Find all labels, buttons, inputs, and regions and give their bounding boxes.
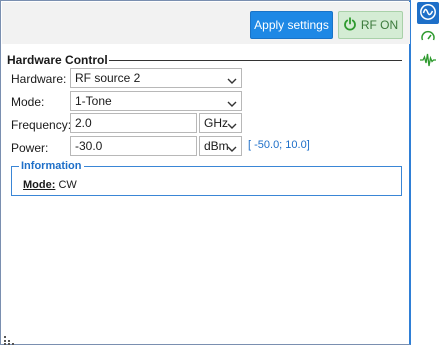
information-mode-key: Mode: xyxy=(23,179,56,191)
power-value: -30.0 xyxy=(75,139,103,153)
power-icon xyxy=(343,16,357,34)
frequency-unit: GHz xyxy=(204,116,228,130)
chevron-down-icon xyxy=(227,142,237,152)
information-mode-value: CW xyxy=(58,179,77,191)
rf-on-label: RF ON xyxy=(360,18,399,32)
gauge-icon xyxy=(420,29,436,48)
section-title: Hardware Control xyxy=(7,53,112,67)
frequency-label: Frequency: xyxy=(11,118,72,132)
mode-select[interactable]: 1-Tone xyxy=(70,91,242,111)
power-label: Power: xyxy=(11,141,49,155)
mode-label: Mode: xyxy=(11,95,45,109)
apply-settings-label: Apply settings xyxy=(254,18,329,32)
power-input[interactable]: -30.0 xyxy=(70,136,197,156)
waveform-circle-button[interactable] xyxy=(417,2,439,24)
power-range: [ -50.0; 10.0] xyxy=(248,139,310,151)
gauge-button[interactable] xyxy=(417,27,439,49)
mode-value: 1-Tone xyxy=(75,94,112,108)
resize-grip-icon[interactable] xyxy=(3,333,15,345)
frequency-unit-select[interactable]: GHz xyxy=(199,113,242,133)
chevron-down-icon xyxy=(227,74,237,84)
right-toolbar xyxy=(414,0,441,348)
apply-settings-button[interactable]: Apply settings xyxy=(250,11,333,39)
information-title: Information xyxy=(19,160,84,172)
toolbar: Apply settings RF ON xyxy=(2,2,410,44)
power-unit-select[interactable]: dBm xyxy=(199,136,242,156)
hardware-panel: Apply settings RF ON Hardware Control Ha… xyxy=(0,0,411,345)
chevron-down-icon xyxy=(227,97,237,107)
frequency-input[interactable]: 2.0 xyxy=(70,113,197,133)
rf-on-button[interactable]: RF ON xyxy=(338,11,403,39)
frequency-value: 2.0 xyxy=(75,116,92,130)
section-divider xyxy=(109,60,402,61)
signal-pulse-button[interactable] xyxy=(417,50,439,72)
hardware-label: Hardware: xyxy=(11,72,67,86)
hardware-select[interactable]: RF source 2 xyxy=(70,68,242,88)
waveform-circle-icon xyxy=(419,3,437,24)
power-unit: dBm xyxy=(204,139,229,153)
hardware-value: RF source 2 xyxy=(75,71,141,85)
signal-pulse-icon xyxy=(419,52,437,71)
chevron-down-icon xyxy=(227,119,237,129)
window: Apply settings RF ON Hardware Control Ha… xyxy=(0,0,441,348)
information-mode: Mode: CW xyxy=(23,179,77,191)
